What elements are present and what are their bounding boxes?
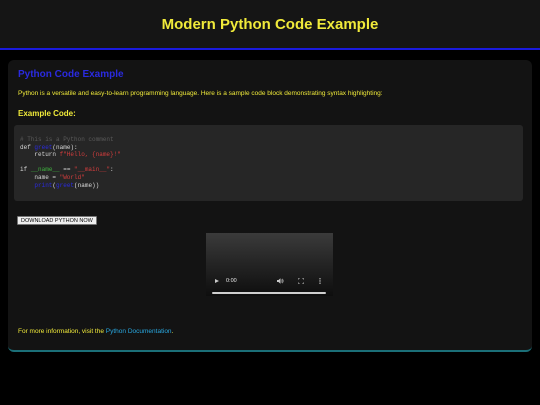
code-token: "__main__" (74, 166, 111, 174)
code-line: return f"Hello, {name}!" (20, 151, 523, 159)
main-card: Python Code Example Python is a versatil… (8, 60, 532, 352)
footer-text: For more information, visit the Python D… (18, 327, 173, 336)
code-line: def greet(name): (20, 144, 523, 152)
code-token: (name): (52, 143, 78, 151)
footer-suffix: . (171, 328, 174, 335)
footer-prefix: For more information, visit the (18, 328, 106, 335)
code-token: f"Hello, {name}!" (59, 151, 121, 159)
code-token: greet (56, 181, 75, 189)
code-token: __name__ (30, 166, 60, 174)
code-token: == (59, 166, 75, 174)
code-token: name = (20, 173, 60, 181)
page-title: Modern Python Code Example (161, 16, 379, 33)
code-token: "World" (59, 173, 85, 181)
video-controls: 0:00 (206, 268, 333, 296)
code-token: greet (34, 143, 53, 151)
code-heading: Example Code: (18, 109, 76, 118)
code-token: (name)) (74, 181, 100, 189)
fullscreen-icon[interactable] (298, 278, 304, 284)
page-header: Modern Python Code Example (0, 0, 540, 50)
code-token: # This is a Python comment (20, 136, 114, 143)
code-token: def (20, 143, 35, 151)
code-token: print (34, 181, 53, 189)
intro-text: Python is a versatile and easy-to-learn … (18, 90, 383, 97)
code-line: if __name__ == "__main__": (20, 166, 523, 174)
code-token: if (20, 166, 31, 174)
section-title: Python Code Example (18, 69, 124, 80)
code-line: name = "World" (20, 174, 523, 182)
code-token: : (110, 166, 114, 174)
download-python-button[interactable]: DOWNLOAD PYTHON NOW (17, 216, 97, 225)
video-progress-bar[interactable] (212, 292, 326, 294)
time-display: 0:00 (226, 278, 237, 284)
code-token: return (20, 151, 60, 159)
python-documentation-link[interactable]: Python Documentation (106, 328, 172, 335)
code-line: print(greet(name)) (20, 182, 523, 190)
volume-icon[interactable] (277, 278, 284, 284)
code-block: # This is a Python comment def greet(name… (14, 125, 523, 201)
code-line: # This is a Python comment (20, 136, 523, 144)
play-icon[interactable] (215, 279, 219, 283)
video-player[interactable]: 0:00 (206, 233, 333, 296)
more-options-icon[interactable] (319, 278, 321, 284)
